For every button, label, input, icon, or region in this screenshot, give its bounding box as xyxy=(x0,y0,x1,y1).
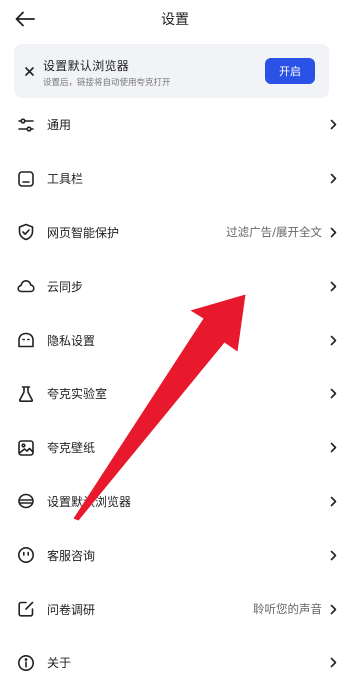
settings-item-label: 关于 xyxy=(47,656,72,671)
settings-item-label: 隐私设置 xyxy=(47,333,96,348)
settings-item-label: 设置默认浏览器 xyxy=(47,494,132,509)
settings-item-about[interactable]: 关于 xyxy=(0,636,350,690)
settings-item-label: 工具栏 xyxy=(47,172,84,187)
chevron-right-icon xyxy=(328,441,338,455)
settings-item-label: 客服咨询 xyxy=(47,548,96,563)
settings-item-support[interactable]: 客服咨询 xyxy=(0,528,350,582)
settings-item-toolbar[interactable]: 工具栏 xyxy=(0,152,350,206)
privacy-mask-icon xyxy=(17,331,35,349)
shield-check-icon xyxy=(17,223,35,241)
settings-item-general[interactable]: 通用 xyxy=(0,98,350,152)
page-title: 设置 xyxy=(161,12,189,28)
settings-item-label: 通用 xyxy=(47,118,72,133)
edit-survey-icon xyxy=(17,600,35,618)
default-browser-banner: 设置默认浏览器 设置后，链接将自动使用夸克打开 开启 xyxy=(14,44,329,98)
settings-item-wallpaper[interactable]: 夸克壁纸 xyxy=(0,421,350,475)
chevron-right-icon xyxy=(328,279,338,293)
settings-item-label: 夸克实验室 xyxy=(47,387,108,402)
chevron-right-icon xyxy=(328,548,338,562)
chevron-right-icon xyxy=(328,333,338,347)
sliders-icon xyxy=(17,116,35,134)
chevron-right-icon xyxy=(328,387,338,401)
settings-item-label: 问卷调研 xyxy=(47,602,96,617)
chevron-right-icon xyxy=(328,656,338,670)
chevron-right-icon xyxy=(328,225,338,239)
settings-item-survey[interactable]: 问卷调研 聆听您的声音 xyxy=(0,582,350,636)
chevron-right-icon xyxy=(328,172,338,186)
support-face-icon xyxy=(17,546,35,564)
image-icon xyxy=(17,439,35,457)
settings-item-lab[interactable]: 夸克实验室 xyxy=(0,367,350,421)
settings-item-privacy[interactable]: 隐私设置 xyxy=(0,313,350,367)
enable-button[interactable]: 开启 xyxy=(265,58,315,84)
info-icon xyxy=(17,654,35,672)
settings-item-value: 聆听您的声音 xyxy=(253,602,322,617)
settings-item-cloud-sync[interactable]: 云同步 xyxy=(0,259,350,313)
top-bar: 设置 xyxy=(0,0,350,38)
settings-item-default-browser[interactable]: 设置默认浏览器 xyxy=(0,475,350,529)
settings-item-label: 云同步 xyxy=(47,279,84,294)
banner-subtitle: 设置后，链接将自动使用夸克打开 xyxy=(43,78,171,88)
toolbar-icon xyxy=(17,170,35,188)
flask-icon xyxy=(17,385,35,403)
chevron-right-icon xyxy=(328,494,338,508)
settings-item-label: 网页智能保护 xyxy=(47,225,120,240)
banner-title: 设置默认浏览器 xyxy=(43,59,130,73)
chevron-right-icon xyxy=(328,118,338,132)
settings-list: 通用 工具栏 网页智能保护 过滤广告/展开全文 云同步 隐私设置 夸克实验室 夸… xyxy=(0,98,350,690)
settings-item-value: 过滤广告/展开全文 xyxy=(226,225,322,240)
close-icon[interactable] xyxy=(22,64,36,78)
settings-item-web-protection[interactable]: 网页智能保护 过滤广告/展开全文 xyxy=(0,206,350,260)
cloud-icon xyxy=(17,277,35,295)
settings-item-label: 夸克壁纸 xyxy=(47,441,96,456)
chevron-right-icon xyxy=(328,602,338,616)
browser-stack-icon xyxy=(17,492,35,510)
